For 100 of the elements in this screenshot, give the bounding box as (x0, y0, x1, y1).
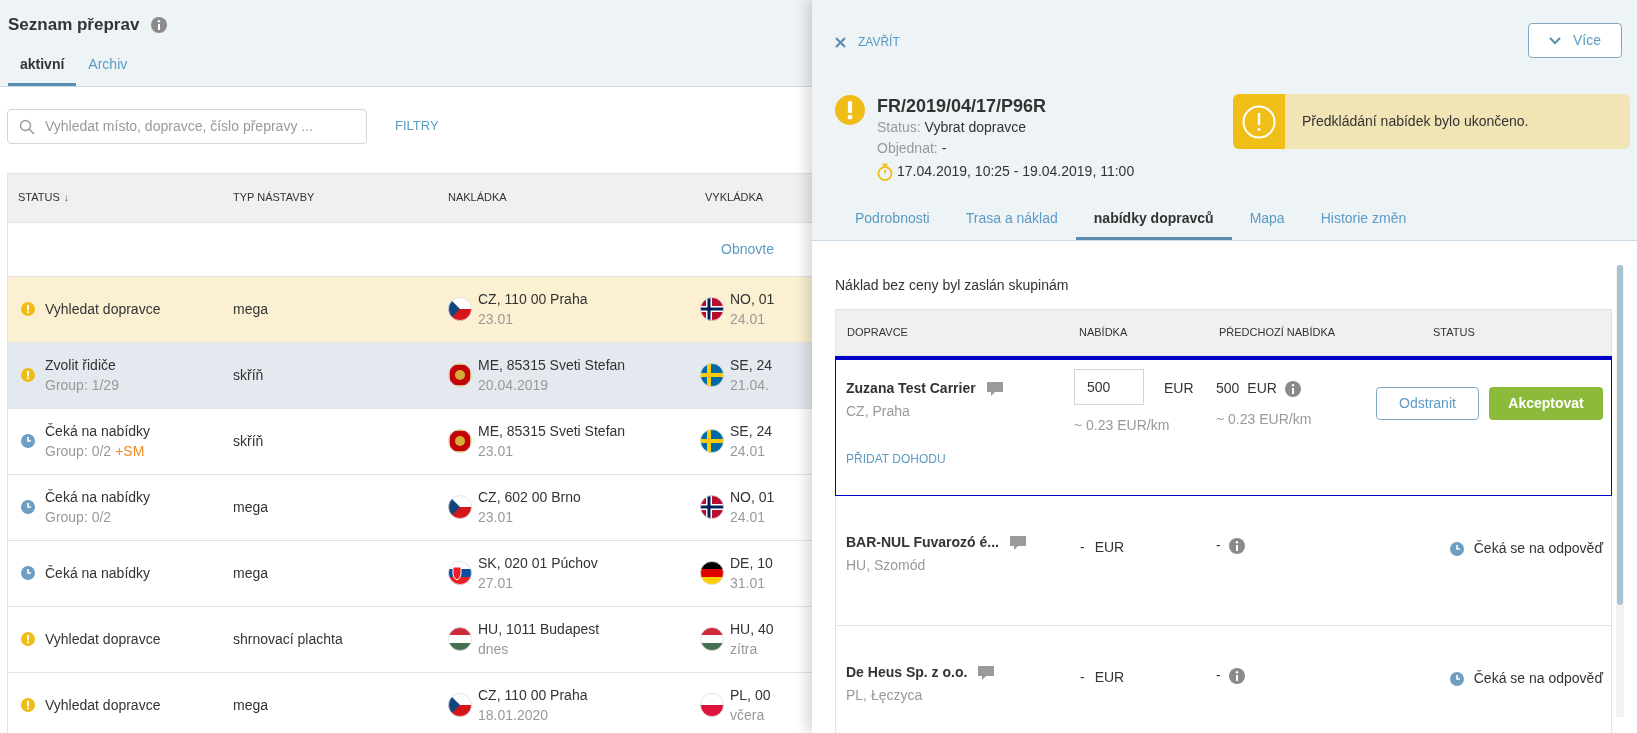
info-icon (1228, 667, 1245, 684)
clock-icon (21, 500, 35, 514)
date-text: 23.01 (478, 508, 515, 527)
warning-icon (21, 632, 35, 646)
time-range: 17.04.2019, 10:25 - 19.04.2019, 11:00 (897, 162, 1135, 181)
flag-icon (448, 627, 472, 651)
flag-icon (700, 297, 724, 321)
clock-icon (21, 566, 35, 580)
table-row[interactable]: Zvolit řidiče Group: 1/29 skříň ME, 85315 Sveti Stefan 20.04.2019 SE, 24 21.04. (8, 342, 812, 409)
clock-icon (21, 434, 35, 448)
group-count: Group: 1/29 (45, 376, 119, 395)
date-text: 21.04. (730, 376, 770, 395)
order-value: - (941, 139, 947, 158)
flag-icon (448, 495, 472, 519)
search-icon (19, 118, 35, 135)
warning-icon (21, 368, 35, 382)
place-text: ME, 85315 Sveti Stefan (478, 422, 626, 441)
place-text: PL, 00 (730, 686, 771, 705)
order-label: Objednat: (877, 139, 938, 158)
info-icon (1284, 380, 1301, 397)
flag-icon (700, 561, 724, 585)
status-label: Status: (877, 118, 921, 137)
carrier-name: BAR-NUL Fuvarozó é... (846, 533, 999, 552)
status-text: Čeká se na odpověď (1473, 539, 1603, 558)
stopwatch-icon (877, 162, 893, 181)
group-count: Group: 0/2 (45, 442, 112, 461)
flag-icon (448, 297, 472, 321)
shipment-id: FR/2019/04/17/P96R (877, 95, 1048, 117)
flag-icon (700, 627, 724, 651)
page-title: Seznam přeprav (8, 14, 140, 36)
place-text: SE, 24 (730, 422, 773, 441)
date-text: 24.01 (730, 508, 767, 527)
warning-icon (21, 302, 35, 316)
flag-icon (700, 429, 724, 453)
date-text: včera (730, 706, 766, 725)
warning-icon (1242, 104, 1276, 139)
place-text: SE, 24 (730, 356, 773, 375)
tab[interactable]: aktivní (8, 53, 77, 86)
carrier-name: Zuzana Test Carrier (846, 379, 976, 398)
table-cell: mega (233, 498, 269, 515)
place-text: ME, 85315 Sveti Stefan (478, 356, 626, 375)
column-header[interactable]: STATUS (18, 189, 60, 206)
status-text: Čeká na nabídky (45, 488, 151, 507)
carrier-row[interactable]: De Heus Sp. z o.o. PL, Łęczyca - EUR - Čeká se na odpověď (835, 626, 1612, 733)
sort-arrow[interactable]: ↓ (63, 189, 70, 206)
status-text: Čeká se na odpověď (1473, 669, 1603, 688)
place-text: SK, 020 01 Púchov (478, 554, 598, 573)
previous-offer: - (1216, 666, 1221, 685)
clock-icon (1449, 671, 1464, 686)
carrier-location: PL, Łęczyca (846, 686, 924, 705)
status-text: Čeká na nabídky (45, 564, 151, 583)
price-per-km: ~ 0.23 EUR/km (1073, 416, 1171, 435)
chevron-down-icon (1549, 36, 1561, 45)
date-text: zítra (730, 640, 759, 659)
date-text: 27.01 (478, 574, 515, 593)
date-text: dnes (478, 640, 510, 659)
warning-icon (21, 698, 35, 712)
status-text: Vyhledat dopravce (45, 300, 161, 319)
date-text: 20.04.2019 (478, 376, 550, 395)
table-cell: mega (233, 696, 269, 713)
offer-value: - (1079, 538, 1085, 557)
table-cell: shrnovací plachta (233, 630, 343, 647)
previous-offer: 500 (1216, 379, 1240, 398)
column-header: NAKLÁDKA (448, 190, 507, 206)
scrollbar-thumb[interactable] (1617, 265, 1623, 605)
place-text: HU, 40 (730, 620, 774, 639)
clock-icon (1449, 541, 1464, 556)
column-header: TYP NÁSTAVBY (233, 190, 315, 206)
close-icon (835, 36, 846, 48)
note-text: Náklad bez ceny byl zaslán skupinám (835, 276, 1070, 295)
status-text: Čeká na nabídky (45, 422, 151, 441)
flag-icon (448, 561, 472, 585)
date-text: 24.01 (730, 442, 767, 461)
group-count: Group: 0/2 (45, 508, 112, 527)
place-text: DE, 10 (730, 554, 773, 573)
offer-input[interactable]: 500 (1074, 369, 1144, 405)
place-text: CZ, 110 00 Praha (478, 290, 588, 309)
table-row[interactable]: Vyhledat dopravce mega CZ, 110 00 Praha 23.01 NO, 01 24.01 (8, 276, 812, 343)
alert-text: Předkládání nabídek bylo ukončeno. (1302, 112, 1529, 131)
flag-icon (448, 693, 472, 717)
offer-value: - (1079, 668, 1085, 687)
search-field[interactable]: Vyhledat místo, dopravce, číslo přepravy ... (7, 108, 367, 144)
comment-icon (985, 380, 1004, 397)
flag-icon (700, 693, 724, 717)
place-text: NO, 01 (730, 290, 775, 309)
place-text: CZ, 602 00 Brno (478, 488, 581, 507)
tab[interactable]: nabídky dopravců (1075, 208, 1232, 240)
carrier-row[interactable]: Zuzana Test Carrier CZ, Praha PŘIDAT DOHODU 500 EUR ~ 0.23 EUR/km 500 EUR ~ 0.23 EUR/km Odstranit Akceptovat (835, 356, 1612, 496)
status-value: Vybrat dopravce (924, 118, 1027, 137)
column-header: PŘEDCHOZÍ NABÍDKA (1219, 326, 1336, 339)
flag-icon (700, 495, 724, 519)
place-text: CZ, 110 00 Praha (478, 686, 588, 705)
flag-icon (448, 363, 472, 387)
currency-text: EUR (1094, 668, 1125, 687)
price-per-km: ~ 0.23 EUR/km (1216, 410, 1313, 429)
group-tag: +SM (115, 441, 145, 461)
date-text: 31.01 (730, 574, 767, 593)
column-header: STATUS (1433, 326, 1475, 339)
date-text: 23.01 (478, 442, 515, 461)
carrier-row[interactable]: BAR-NUL Fuvarozó é... HU, Szomód - EUR - Čeká se na odpověď (835, 496, 1612, 626)
